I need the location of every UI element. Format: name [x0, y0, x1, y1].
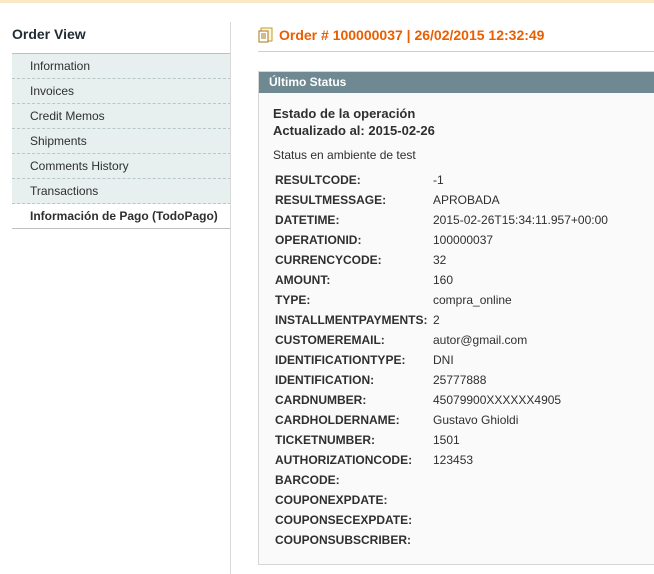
field-row: TYPE: compra_online [273, 290, 654, 310]
field-row: IDENTIFICATIONTYPE: DNI [273, 350, 654, 370]
field-value: APROBADA [433, 193, 500, 207]
field-label: IDENTIFICATION: [275, 373, 375, 387]
page-header: Order # 100000037 | 26/02/2015 12:32:49 [258, 26, 654, 50]
status-fields: RESULTCODE: -1 RESULTMESSAGE: APROBADA DATET… [273, 170, 654, 550]
field-label: AUTHORIZATIONCODE: [275, 453, 413, 467]
tab-invoices[interactable]: Invoices [12, 79, 231, 104]
field-label: TYPE: [275, 293, 311, 307]
status-box-heading: Último Status [259, 72, 654, 93]
field-value: 160 [433, 273, 454, 287]
field-label: COUPONSUBSCRIBER: [275, 533, 412, 547]
field-value: 100000037 [433, 233, 494, 247]
operation-title: Estado de la operación [273, 106, 416, 121]
field-row: TICKETNUMBER: 1501 [273, 430, 654, 450]
field-row: INSTALLMENTPAYMENTS: 2 [273, 310, 654, 330]
field-label: COUPONEXPDATE: [275, 493, 388, 507]
field-label: RESULTCODE: [275, 173, 361, 187]
field-row: CUSTOMEREMAIL: autor@gmail.com [273, 330, 654, 350]
status-box: Último Status Estado de la operación Act… [258, 71, 654, 565]
status-box-body: Estado de la operación Actualizado al: 2… [259, 93, 654, 550]
field-label: BARCODE: [275, 473, 340, 487]
field-row: CURRENCYCODE: 32 [273, 250, 654, 270]
order-view-sidebar: Order View Information Invoices Credit M… [12, 22, 231, 229]
header-divider [258, 51, 654, 52]
field-value: DNI [433, 353, 454, 367]
field-value: 1501 [433, 433, 460, 447]
field-row: IDENTIFICATION: 25777888 [273, 370, 654, 390]
field-row: COUPONSUBSCRIBER: [273, 530, 654, 550]
tab-information[interactable]: Information [12, 54, 231, 79]
tab-credit-memos[interactable]: Credit Memos [12, 104, 231, 129]
field-label: CARDNUMBER: [275, 393, 367, 407]
field-label: INSTALLMENTPAYMENTS: [275, 313, 428, 327]
field-label: RESULTMESSAGE: [275, 193, 387, 207]
tab-transactions[interactable]: Transactions [12, 179, 231, 204]
field-value: 25777888 [433, 373, 487, 387]
field-row: AMOUNT: 160 [273, 270, 654, 290]
environment-note: Status en ambiente de test [273, 148, 416, 162]
field-value: 123453 [433, 453, 474, 467]
tab-informacion-de-pago[interactable]: Información de Pago (TodoPago) [12, 204, 231, 229]
field-label: CUSTOMEREMAIL: [275, 333, 385, 347]
order-document-icon [258, 27, 274, 43]
field-label: DATETIME: [275, 213, 340, 227]
field-row: AUTHORIZATIONCODE: 123453 [273, 450, 654, 470]
field-value: 32 [433, 253, 447, 267]
field-label: TICKETNUMBER: [275, 433, 375, 447]
field-value: 2 [433, 313, 440, 327]
field-value: compra_online [433, 293, 512, 307]
field-row: CARDHOLDERNAME: Gustavo Ghioldi [273, 410, 654, 430]
field-value: Gustavo Ghioldi [433, 413, 519, 427]
field-value: 2015-02-26T15:34:11.957+00:00 [433, 213, 608, 227]
field-label: AMOUNT: [275, 273, 331, 287]
field-label: CARDHOLDERNAME: [275, 413, 400, 427]
field-row: CARDNUMBER: 45079900XXXXXX4905 [273, 390, 654, 410]
field-row: BARCODE: [273, 470, 654, 490]
tab-shipments[interactable]: Shipments [12, 129, 231, 154]
field-label: OPERATIONID: [275, 233, 362, 247]
field-row: DATETIME: 2015-02-26T15:34:11.957+00:00 [273, 210, 654, 230]
top-strip [0, 0, 654, 3]
sidebar-title: Order View [12, 26, 86, 42]
field-row: OPERATIONID: 100000037 [273, 230, 654, 250]
field-row: COUPONEXPDATE: [273, 490, 654, 510]
sidebar-divider [230, 22, 231, 574]
page-title: Order # 100000037 | 26/02/2015 12:32:49 [279, 27, 545, 43]
tab-comments-history[interactable]: Comments History [12, 154, 231, 179]
field-row: RESULTCODE: -1 [273, 170, 654, 190]
field-value: autor@gmail.com [433, 333, 528, 347]
field-value: -1 [433, 173, 444, 187]
field-label: IDENTIFICATIONTYPE: [275, 353, 406, 367]
field-label: COUPONSECEXPDATE: [275, 513, 413, 527]
sidebar-tabs: Information Invoices Credit Memos Shipme… [12, 53, 231, 229]
field-row: RESULTMESSAGE: APROBADA [273, 190, 654, 210]
field-row: COUPONSECEXPDATE: [273, 510, 654, 530]
updated-date: Actualizado al: 2015-02-26 [273, 123, 435, 138]
field-label: CURRENCYCODE: [275, 253, 382, 267]
field-value: 45079900XXXXXX4905 [433, 393, 562, 407]
